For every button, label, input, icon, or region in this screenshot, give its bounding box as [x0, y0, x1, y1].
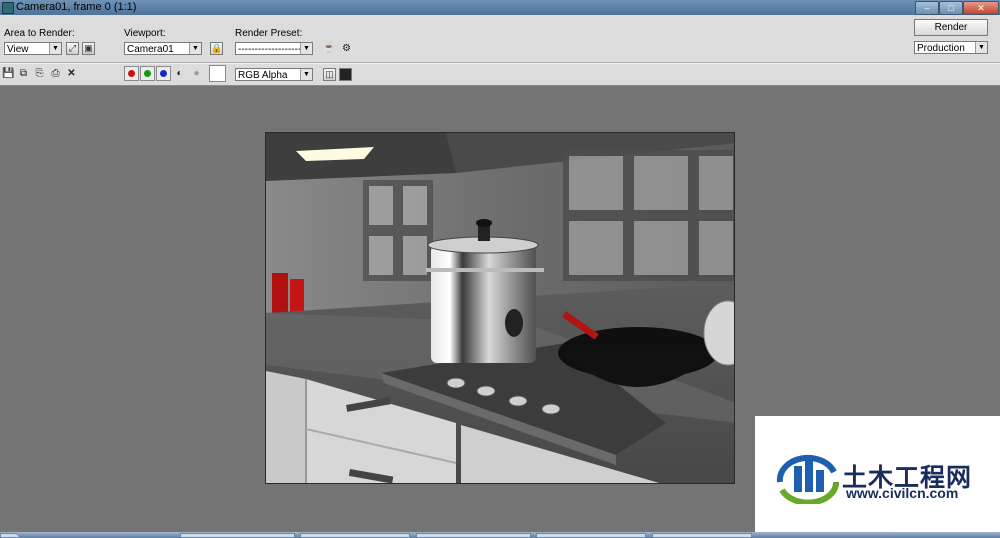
chevron-down-icon: ▼ — [300, 69, 312, 80]
render-mode-dropdown[interactable]: Production ▼ — [914, 41, 988, 54]
auto-region-icon[interactable]: ▣ — [82, 42, 95, 55]
taskbar-item[interactable] — [416, 533, 531, 538]
taskbar-item[interactable] — [300, 533, 410, 538]
render-mode-value: Production — [917, 43, 965, 54]
window-title: Camera01, frame 0 (1:1) — [16, 1, 137, 13]
chevron-down-icon: ▼ — [49, 43, 61, 54]
title-bar: Camera01, frame 0 (1:1) – □ ✕ — [0, 0, 1000, 15]
maximize-button[interactable]: □ — [939, 1, 963, 15]
alpha-channel-icon[interactable]: ◐ — [173, 67, 186, 80]
channel-display-dropdown[interactable]: RGB Alpha ▼ — [235, 68, 313, 81]
taskbar-item[interactable] — [652, 533, 752, 538]
clear-icon[interactable]: ✕ — [65, 67, 78, 80]
app-icon — [2, 2, 14, 14]
render-toolbar: Area to Render: View ▼ ⤢ ▣ Viewport: Cam… — [0, 15, 1000, 86]
render-setup-icon[interactable]: ☕ — [323, 42, 336, 55]
viewport-label: Viewport: — [124, 28, 166, 39]
viewport-value: Camera01 — [127, 44, 174, 55]
viewport-dropdown[interactable]: Camera01 ▼ — [124, 42, 202, 55]
color-swatch[interactable] — [209, 65, 226, 82]
red-channel-toggle[interactable] — [124, 66, 139, 81]
start-button[interactable] — [0, 533, 20, 538]
civilcn-logo-icon — [776, 454, 839, 504]
blue-channel-toggle[interactable] — [156, 66, 171, 81]
lock-icon[interactable]: 🔒 — [210, 42, 223, 55]
taskbar — [0, 532, 1000, 538]
render-button[interactable]: Render — [914, 19, 988, 36]
close-button[interactable]: ✕ — [963, 1, 999, 15]
copy-image-icon[interactable]: ⎘ — [33, 67, 46, 80]
channel-display-value: RGB Alpha — [238, 70, 288, 81]
render-preset-dropdown[interactable]: -------------------------- ▼ — [235, 42, 313, 55]
environment-effects-icon[interactable]: ⚙ — [340, 42, 353, 55]
save-image-icon[interactable]: 💾 — [2, 67, 15, 80]
taskbar-item[interactable] — [180, 533, 295, 538]
minimize-button[interactable]: – — [915, 1, 939, 15]
edit-region-icon[interactable]: ⤢ — [66, 42, 79, 55]
monochrome-icon[interactable]: ● — [190, 67, 203, 80]
display-background-icon[interactable] — [339, 68, 352, 81]
display-alpha-icon[interactable]: ◫ — [323, 68, 336, 81]
green-dot-icon — [144, 70, 151, 77]
watermark-url: www.civilcn.com — [846, 485, 959, 501]
clone-window-icon[interactable]: ⧉ — [17, 67, 30, 80]
red-dot-icon — [128, 70, 135, 77]
render-preset-label: Render Preset: — [235, 28, 303, 39]
chevron-down-icon: ▼ — [975, 42, 987, 53]
chevron-down-icon: ▼ — [300, 43, 312, 54]
kitchen-render-image — [266, 133, 734, 483]
rendered-image — [265, 132, 735, 484]
area-to-render-value: View — [7, 44, 29, 55]
area-to-render-label: Area to Render: — [4, 28, 75, 39]
chevron-down-icon: ▼ — [189, 43, 201, 54]
area-to-render-dropdown[interactable]: View ▼ — [4, 42, 62, 55]
taskbar-item[interactable] — [536, 533, 646, 538]
blue-dot-icon — [160, 70, 167, 77]
print-image-icon[interactable]: ⎙ — [49, 67, 62, 80]
green-channel-toggle[interactable] — [140, 66, 155, 81]
toolbar-divider-highlight — [0, 63, 1000, 64]
